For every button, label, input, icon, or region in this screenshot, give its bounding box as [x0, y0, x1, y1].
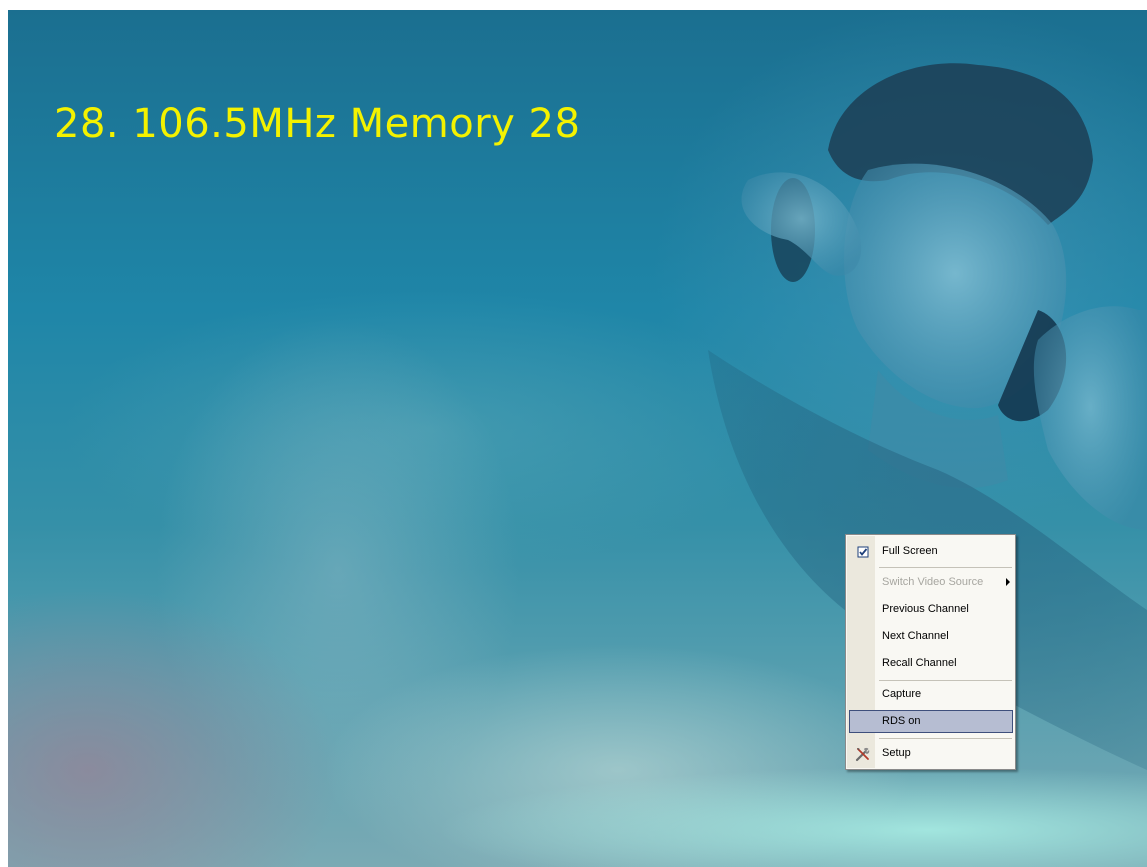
context-menu: Full Screen Switch Video Source Previous…	[845, 534, 1016, 770]
menu-item-setup[interactable]: Setup	[849, 742, 1013, 765]
submenu-arrow-icon	[1006, 578, 1010, 586]
menu-item-label: Next Channel	[882, 630, 949, 642]
menu-item-label: Switch Video Source	[882, 576, 984, 588]
menu-item-capture[interactable]: Capture	[849, 683, 1013, 706]
menu-item-label: Capture	[882, 688, 922, 700]
menu-item-label: Previous Channel	[882, 603, 969, 615]
menu-item-label: Recall Channel	[882, 657, 957, 669]
app-window: 28. 106.5MHz Memory 28 Full Screen Switc…	[0, 0, 1147, 867]
tools-icon	[855, 746, 871, 762]
checkbox-checked-icon	[855, 544, 871, 560]
menu-separator	[879, 738, 1012, 739]
menu-item-label: Full Screen	[882, 545, 938, 557]
menu-item-label: RDS on	[882, 715, 921, 727]
menu-item-recall-channel[interactable]: Recall Channel	[849, 652, 1013, 675]
menu-item-next-channel[interactable]: Next Channel	[849, 625, 1013, 648]
station-display: 28. 106.5MHz Memory 28	[54, 101, 581, 147]
menu-separator	[879, 680, 1012, 681]
menu-item-previous-channel[interactable]: Previous Channel	[849, 598, 1013, 621]
menu-item-label: Setup	[882, 747, 911, 759]
menu-item-full-screen[interactable]: Full Screen	[849, 540, 1013, 563]
menu-separator	[879, 567, 1012, 568]
menu-item-rds-on[interactable]: RDS on	[849, 710, 1013, 733]
video-viewport[interactable]: 28. 106.5MHz Memory 28 Full Screen Switc…	[8, 10, 1147, 867]
menu-item-switch-video-source[interactable]: Switch Video Source	[849, 571, 1013, 594]
